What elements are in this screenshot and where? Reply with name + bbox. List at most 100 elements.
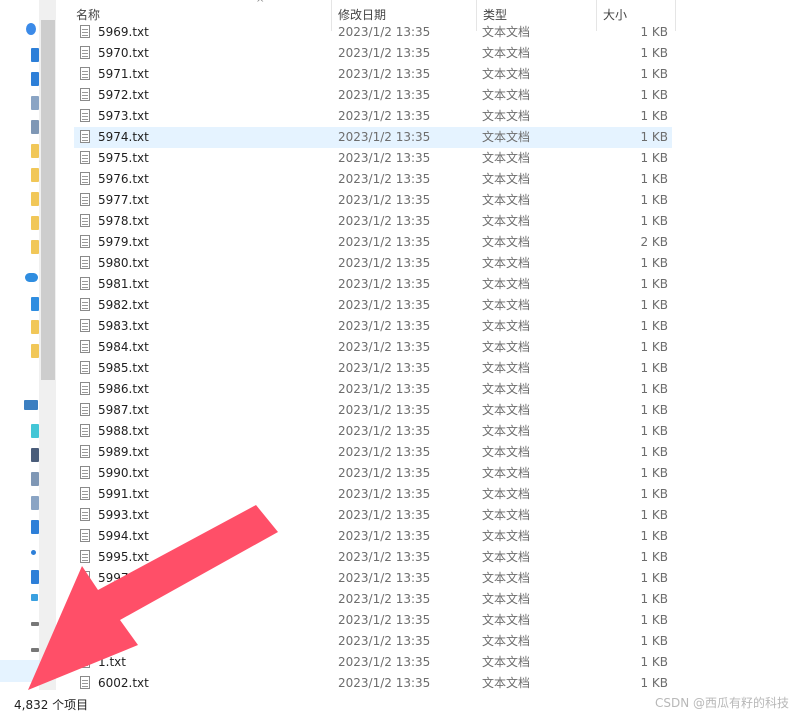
documents-icon[interactable] [31,496,39,510]
text-file-icon [80,340,90,353]
file-type: 文本文档 [482,340,531,354]
file-row[interactable]: 5969.txt 2023/1/2 13:35 文本文档 1 KB [74,22,672,43]
pictures-icon[interactable] [31,472,39,486]
file-row[interactable]: 5995.txt 2023/1/2 13:35 文本文档 1 KB [74,547,672,568]
file-name: 5983.txt [98,319,149,333]
windows-drive-icon[interactable] [31,594,38,601]
file-row[interactable]: 6002.txt 2023/1/2 13:35 文本文档 1 KB [74,673,672,693]
file-row[interactable]: 5973.txt 2023/1/2 13:35 文本文档 1 KB [74,106,672,127]
quick-access-star-icon[interactable] [26,23,36,35]
file-date: 2023/1/2 13:35 [338,277,431,291]
desktop-icon[interactable] [31,570,39,584]
file-date: 2023/1/2 13:35 [338,361,431,375]
file-name: 5989.txt [98,445,149,459]
text-file-icon [80,25,90,38]
file-name: 5981.txt [98,277,149,291]
videos-icon[interactable] [31,448,39,462]
file-list: 5969.txt 2023/1/2 13:35 文本文档 1 KB 5970.txt 20… [74,21,674,693]
documents-icon[interactable] [31,96,39,110]
file-row[interactable]: 599 2023/1/2 13:35 文本文档 1 KB [74,589,672,610]
folder-icon[interactable] [31,192,39,206]
file-name: 5995.txt [98,550,149,564]
file-row[interactable]: 5970.txt 2023/1/2 13:35 文本文档 1 KB [74,43,672,64]
file-type: 文本文档 [482,256,531,270]
text-file-icon [80,319,90,332]
text-file-icon [80,214,90,227]
file-date: 2023/1/2 13:35 [338,340,431,354]
folder-icon[interactable] [31,216,39,230]
downloads-icon[interactable] [31,72,39,86]
file-date: 2023/1/2 13:35 [338,67,431,81]
file-row[interactable]: 5972.txt 2023/1/2 13:35 文本文档 1 KB [74,85,672,106]
file-row[interactable]: 5994.txt 2023/1/2 13:35 文本文档 1 KB [74,526,672,547]
file-date: 2023/1/2 13:35 [338,214,431,228]
folder-icon[interactable] [31,240,39,254]
file-row[interactable]: 5988.txt 2023/1/2 13:35 文本文档 1 KB [74,421,672,442]
file-type: 文本文档 [482,277,531,291]
file-row[interactable]: 5993.txt 2023/1/2 13:35 文本文档 1 KB [74,505,672,526]
file-row[interactable]: .txt 2023/1/2 13:35 文本文档 1 KB [74,631,672,652]
file-date: 2023/1/2 13:35 [338,46,431,60]
file-row[interactable]: 5990.txt 2023/1/2 13:35 文本文档 1 KB [74,463,672,484]
file-row[interactable]: 5984.txt 2023/1/2 13:35 文本文档 1 KB [74,337,672,358]
pictures-icon[interactable] [31,120,39,134]
file-row[interactable]: 5974.txt 2023/1/2 13:35 文本文档 1 KB [74,127,672,148]
text-file-icon [80,361,90,374]
nav-scrollbar-thumb[interactable] [41,20,55,380]
3d-objects-icon[interactable] [31,424,39,438]
file-row[interactable]: 1.txt 2023/1/2 13:35 文本文档 1 KB [74,652,672,673]
file-row[interactable]: 5997.txt 2023/1/2 13:35 文本文档 1 KB [74,568,672,589]
file-name: 5994.txt [98,529,149,543]
file-size: 1 KB [640,424,668,438]
file-row[interactable]: 5975.txt 2023/1/2 13:35 文本文档 1 KB [74,148,672,169]
text-file-icon [80,46,90,59]
file-row[interactable]: 5989.txt 2023/1/2 13:35 文本文档 1 KB [74,442,672,463]
text-file-icon [80,445,90,458]
folder-icon[interactable] [31,168,39,182]
file-date: 2023/1/2 13:35 [338,445,431,459]
file-size: 1 KB [640,151,668,165]
file-row[interactable]: 5971.txt 2023/1/2 13:35 文本文档 1 KB [74,64,672,85]
downloads-icon[interactable] [31,520,39,534]
status-bar: 4,832 个项目 CSDN @西瓜有籽的科技 [0,692,795,716]
file-size: 1 KB [640,319,668,333]
file-row[interactable]: 5982.txt 2023/1/2 13:35 文本文档 1 KB [74,295,672,316]
file-name: 5970.txt [98,46,149,60]
file-type: 文本文档 [482,676,531,690]
folder-icon[interactable] [31,344,39,358]
file-type: 文本文档 [482,382,531,396]
file-row[interactable]: 5991.txt 2023/1/2 13:35 文本文档 1 KB [74,484,672,505]
nav-selected-item[interactable] [0,660,40,682]
text-file-icon [80,550,90,563]
drive-icon[interactable] [31,622,39,626]
drive-icon[interactable] [31,648,39,652]
file-row[interactable]: 5985.txt 2023/1/2 13:35 文本文档 1 KB [74,358,672,379]
file-row[interactable]: 5979.txt 2023/1/2 13:35 文本文档 2 KB [74,232,672,253]
file-size: 1 KB [640,109,668,123]
file-row[interactable]: 5986.txt 2023/1/2 13:35 文本文档 1 KB [74,379,672,400]
file-row[interactable]: 5983.txt 2023/1/2 13:35 文本文档 1 KB [74,316,672,337]
file-size: 1 KB [640,655,668,669]
music-icon[interactable] [31,550,36,555]
folder-icon[interactable] [31,320,39,334]
file-row[interactable]: 5980.txt 2023/1/2 13:35 文本文档 1 KB [74,253,672,274]
file-type: 文本文档 [482,403,531,417]
file-row[interactable]: 5977.txt 2023/1/2 13:35 文本文档 1 KB [74,190,672,211]
onedrive-cloud-icon[interactable] [25,273,38,282]
file-row[interactable]: 2023/1/2 13:35 文本文档 1 KB [74,610,672,631]
file-type: 文本文档 [482,235,531,249]
this-pc-icon[interactable] [24,400,38,410]
file-date: 2023/1/2 13:35 [338,424,431,438]
file-row[interactable]: 5978.txt 2023/1/2 13:35 文本文档 1 KB [74,211,672,232]
column-divider[interactable] [675,0,676,31]
folder-icon[interactable] [31,144,39,158]
file-size: 1 KB [640,634,668,648]
file-row[interactable]: 5981.txt 2023/1/2 13:35 文本文档 1 KB [74,274,672,295]
file-row[interactable]: 5976.txt 2023/1/2 13:35 文本文档 1 KB [74,169,672,190]
file-type: 文本文档 [482,487,531,501]
file-type: 文本文档 [482,193,531,207]
file-name: 5986.txt [98,382,149,396]
file-row[interactable]: 5987.txt 2023/1/2 13:35 文本文档 1 KB [74,400,672,421]
onedrive-folder-icon[interactable] [31,297,39,311]
desktop-icon[interactable] [31,48,39,62]
